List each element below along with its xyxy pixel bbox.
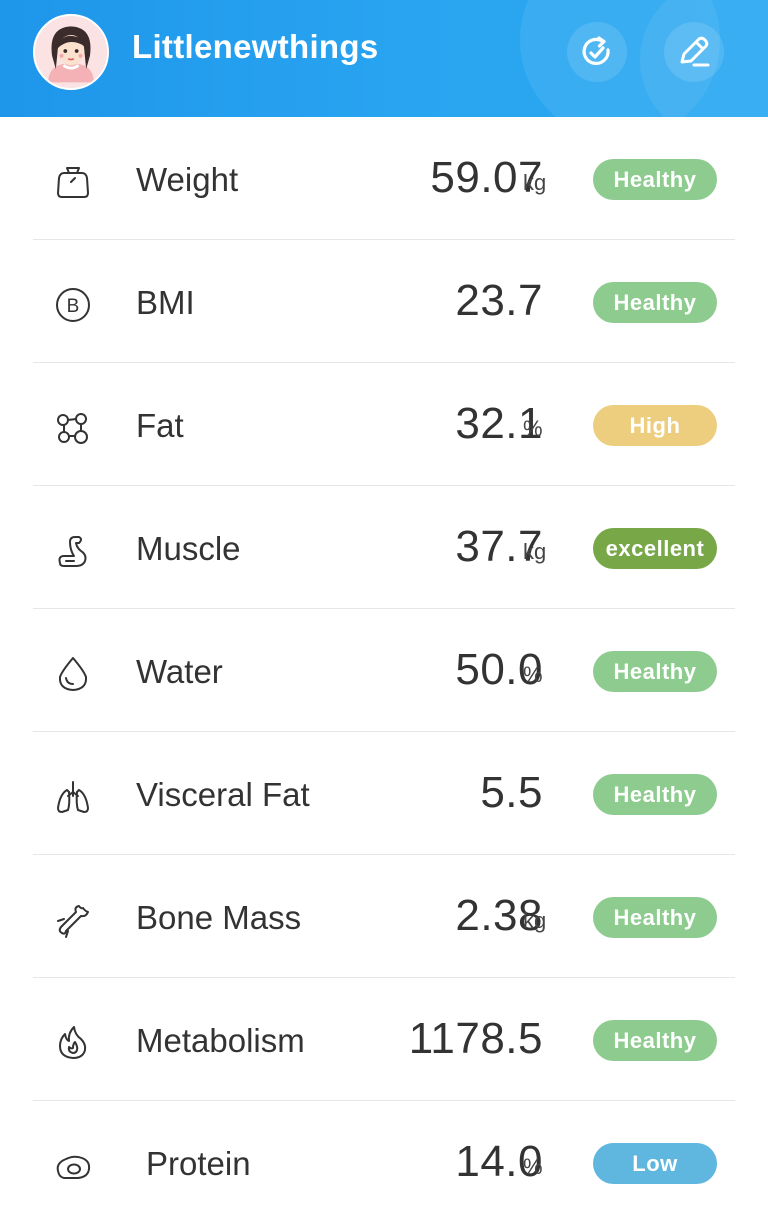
metric-unit: kg bbox=[523, 170, 547, 195]
avatar-girl-icon[interactable] bbox=[33, 14, 109, 90]
metric-row-bone-mass[interactable]: Bone Mass 2.38 kg Healthy bbox=[0, 855, 768, 978]
status-badge: Healthy bbox=[593, 897, 717, 938]
bone-icon bbox=[52, 899, 94, 941]
metric-label: Metabolism bbox=[136, 1022, 305, 1059]
metric-value: 23.7 bbox=[455, 276, 543, 325]
metric-row-visceral-fat[interactable]: Visceral Fat 5.5 Healthy bbox=[0, 732, 768, 855]
water-drop-icon bbox=[52, 653, 94, 695]
metric-row-fat[interactable]: Fat 32.1 % High bbox=[0, 363, 768, 486]
metric-value: 5.5 bbox=[480, 768, 543, 817]
egg-icon bbox=[52, 1145, 94, 1187]
metric-value: 1178.5 bbox=[408, 1014, 543, 1063]
metric-unit: % bbox=[523, 416, 543, 441]
username: Littlenewthings bbox=[132, 28, 379, 65]
metric-label: Water bbox=[136, 653, 223, 690]
status-badge: Healthy bbox=[593, 159, 717, 200]
metric-label: BMI bbox=[136, 284, 195, 321]
status-badge: Healthy bbox=[593, 1020, 717, 1061]
metric-label: Muscle bbox=[136, 530, 241, 567]
metric-row-weight[interactable]: Weight 59.07 kg Healthy bbox=[0, 117, 768, 240]
metric-label: Protein bbox=[146, 1145, 251, 1182]
metric-row-bmi[interactable]: B BMI 23.7 Healthy bbox=[0, 240, 768, 363]
muscle-icon bbox=[52, 530, 94, 572]
metrics-list: Weight 59.07 kg Healthy B BMI 23.7 Healt… bbox=[0, 117, 768, 1224]
metric-row-metabolism[interactable]: Metabolism 1178.5 Healthy bbox=[0, 978, 768, 1101]
metric-unit: kg bbox=[523, 908, 547, 933]
metric-row-protein[interactable]: Protein 14.0 % Low bbox=[0, 1101, 768, 1224]
edit-pencil-icon bbox=[680, 36, 710, 67]
bmi-icon: B bbox=[52, 284, 94, 326]
refresh-button[interactable] bbox=[567, 22, 627, 82]
status-badge: excellent bbox=[593, 528, 717, 569]
status-badge: Healthy bbox=[593, 774, 717, 815]
status-badge: Healthy bbox=[593, 282, 717, 323]
fat-icon bbox=[52, 407, 94, 449]
status-badge: Healthy bbox=[593, 651, 717, 692]
status-badge: Low bbox=[593, 1143, 717, 1184]
refresh-icon bbox=[582, 36, 610, 66]
app-header: Littlenewthings bbox=[0, 0, 768, 117]
metric-row-water[interactable]: Water 50.0 % Healthy bbox=[0, 609, 768, 732]
metric-row-muscle[interactable]: Muscle 37.7 kg excellent bbox=[0, 486, 768, 609]
metric-unit: kg bbox=[523, 539, 547, 564]
metric-label: Bone Mass bbox=[136, 899, 302, 936]
flame-icon bbox=[52, 1022, 94, 1064]
metric-unit: % bbox=[523, 1154, 543, 1179]
metric-label: Visceral Fat bbox=[136, 776, 310, 813]
lungs-icon bbox=[52, 776, 94, 818]
status-badge: High bbox=[593, 405, 717, 446]
metric-label: Weight bbox=[136, 161, 239, 198]
metric-label: Fat bbox=[136, 407, 184, 444]
metric-unit: % bbox=[523, 662, 543, 687]
edit-button[interactable] bbox=[664, 22, 724, 82]
scale-icon bbox=[52, 161, 94, 203]
svg-text:B: B bbox=[67, 296, 80, 317]
